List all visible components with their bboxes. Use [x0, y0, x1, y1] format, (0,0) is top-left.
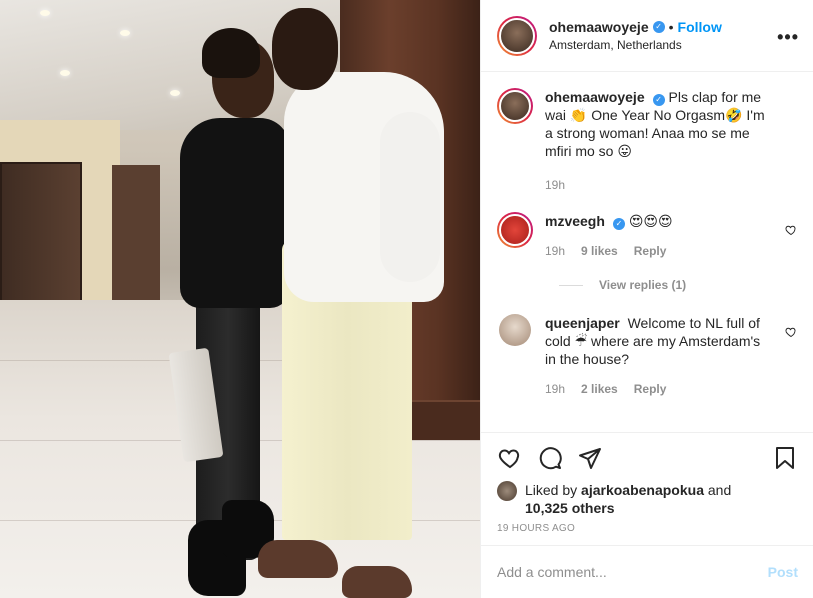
post-timestamp[interactable]: 19 HOURS AGO — [497, 523, 798, 534]
view-replies-label: View replies (1) — [599, 278, 687, 292]
comment-likes[interactable]: 9 likes — [581, 242, 618, 260]
reply-button[interactable]: Reply — [634, 242, 667, 260]
follow-button[interactable]: Follow — [678, 19, 722, 35]
liked-by-others[interactable]: 10,325 others — [525, 500, 615, 516]
comment-like-heart-icon[interactable] — [785, 224, 797, 236]
post-actions: Liked by ajarkoabenapokua and 10,325 oth… — [481, 432, 813, 534]
post-side-panel: ohemaawoyeje ✓ • Follow Amsterdam, Nethe… — [480, 0, 813, 598]
comment-bubble-icon[interactable] — [537, 445, 563, 471]
more-options-icon[interactable]: ••• — [777, 27, 799, 48]
photo-shoe — [258, 540, 338, 578]
view-replies-button[interactable]: View replies (1) — [559, 278, 797, 292]
caption-avatar[interactable] — [497, 88, 533, 124]
verified-badge-icon: ✓ — [652, 94, 665, 106]
photo-doorframe — [112, 165, 160, 300]
post-header: ohemaawoyeje ✓ • Follow Amsterdam, Nethe… — [481, 0, 813, 72]
post-location[interactable]: Amsterdam, Netherlands — [549, 38, 722, 52]
verified-badge-icon: ✓ — [612, 218, 625, 230]
comment-username[interactable]: mzveegh — [545, 213, 605, 229]
photo-shoe — [342, 566, 412, 598]
comment-item: queenjaper Welcome to NL full of cold ☔ … — [497, 314, 797, 398]
comment-text: 😍😍😍 — [628, 213, 673, 229]
comment-time[interactable]: 19h — [545, 380, 565, 398]
add-comment-input[interactable] — [497, 564, 768, 580]
post-comment-button[interactable]: Post — [768, 564, 798, 580]
reply-button[interactable]: Reply — [634, 380, 667, 398]
liker-avatar[interactable] — [497, 481, 517, 501]
photo-man-head — [272, 8, 338, 90]
share-paper-plane-icon[interactable] — [577, 445, 603, 471]
comment-like-heart-icon[interactable] — [785, 326, 797, 338]
author-username[interactable]: ohemaawoyeje — [549, 19, 649, 35]
author-avatar[interactable] — [497, 15, 537, 56]
bookmark-icon[interactable] — [772, 445, 798, 471]
comment-avatar[interactable] — [499, 314, 531, 346]
comments-list[interactable]: ohemaawoyeje ✓ Pls clap for me wai 👏 One … — [481, 72, 813, 432]
separator-dot: • — [668, 19, 674, 35]
add-comment-bar: Post — [481, 545, 813, 598]
caption-username[interactable]: ohemaawoyeje — [545, 89, 645, 105]
verified-badge-icon: ✓ — [652, 21, 665, 33]
photo-woman-hair — [202, 28, 260, 78]
photo-door — [0, 162, 82, 312]
comment-time[interactable]: 19h — [545, 242, 565, 260]
photo-woman-top — [180, 118, 290, 308]
comment-item: mzveegh ✓ 😍😍😍 19h 9 likes Reply — [497, 212, 797, 260]
post-photo[interactable] — [0, 0, 480, 598]
liked-by-user[interactable]: ajarkoabenapokua — [581, 482, 704, 498]
comment-username[interactable]: queenjaper — [545, 315, 620, 331]
caption-time[interactable]: 19h — [545, 176, 565, 194]
comment-likes[interactable]: 2 likes — [581, 380, 618, 398]
liked-by-conj: and — [707, 482, 732, 498]
replies-divider — [559, 284, 583, 286]
liked-by-prefix: Liked by — [525, 482, 578, 498]
photo-man-arm — [380, 112, 440, 282]
like-heart-icon[interactable] — [497, 445, 523, 471]
comment-avatar[interactable] — [497, 212, 533, 248]
liked-by: Liked by ajarkoabenapokua and 10,325 oth… — [497, 481, 798, 517]
caption: ohemaawoyeje ✓ Pls clap for me wai 👏 One … — [497, 88, 797, 194]
